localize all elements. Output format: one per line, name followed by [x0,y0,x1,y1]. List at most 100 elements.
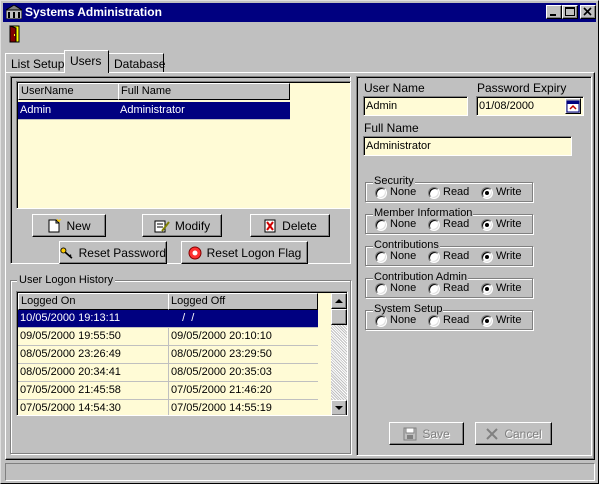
cell-logged-off: 08/05/2000 23:29:50 [171,348,272,360]
close-button[interactable] [580,5,596,19]
table-row[interactable]: Admin Administrator [18,102,290,120]
column-header-fullname[interactable]: Full Name [118,83,290,100]
calendar-button[interactable] [565,98,581,114]
radio-button[interactable] [375,315,387,327]
radio-button[interactable] [428,315,440,327]
column-header-logged-on[interactable]: Logged On [18,293,169,310]
scroll-down-button[interactable] [331,400,347,415]
radio-label: None [390,186,417,198]
modify-button[interactable]: Modify [142,214,222,237]
column-header-logged-off[interactable]: Logged Off [168,293,318,310]
table-row[interactable]: 10/05/2000 19:13:11 / / [18,310,318,328]
fullname-label: Full Name [364,121,419,135]
radio-button[interactable] [375,283,387,295]
radio-button[interactable] [481,251,493,263]
scroll-up-button[interactable] [331,293,347,309]
radio-button[interactable] [375,219,387,231]
radio-button[interactable] [428,251,440,263]
tab-label: Database [114,57,166,71]
cell-logged-on: 07/05/2000 21:45:58 [20,384,121,396]
radio-button[interactable] [428,187,440,199]
reset-password-button[interactable]: Reset Password [59,241,167,264]
cancel-button[interactable]: Cancel [475,422,552,445]
radio-label: Read [443,218,470,230]
permission-group: Contribution Admin None Read Write [365,271,533,298]
scroll-thumb[interactable] [331,309,347,325]
radio-button[interactable] [481,187,493,199]
minimize-button[interactable] [546,5,562,19]
username-label: User Name [364,81,425,95]
status-bar [5,463,595,481]
calendar-icon [566,100,580,113]
new-document-icon [48,218,62,232]
maximize-icon [565,7,575,16]
radio-label: Read [443,314,470,326]
tab-database[interactable]: Database [108,53,166,73]
cell-logged-off: 07/05/2000 14:55:19 [171,402,272,414]
radio-button[interactable] [428,219,440,231]
cell-logged-on: 10/05/2000 19:13:11 [20,312,121,324]
exit-door-icon [9,25,20,43]
cell-logged-off: 09/05/2000 20:10:10 [171,330,272,342]
vertical-scrollbar[interactable] [331,293,347,415]
table-row[interactable]: 07/05/2000 14:54:30 07/05/2000 14:55:19 [18,400,318,415]
radio-label: Write [496,282,522,294]
cell-logged-off: 07/05/2000 21:46:20 [171,384,272,396]
key-icon [60,246,73,259]
radio-button[interactable] [481,283,493,295]
radio-button[interactable] [481,219,493,231]
radio-label: Read [443,186,470,198]
cell-logged-on: 09/05/2000 19:55:50 [20,330,121,342]
cell-logged-off: / / [176,312,195,324]
permission-group: Contributions None Read Write [365,239,533,266]
tab-label: List Setup [11,57,65,71]
arrow-up-icon [335,299,343,303]
logon-history-grid[interactable]: Logged On Logged Off 10/05/2000 19:13:11… [16,291,348,416]
arrow-down-icon [335,406,343,410]
radio-label: Read [443,282,470,294]
username-field[interactable]: Admin [363,96,468,116]
title-bar[interactable]: Systems Administration [3,3,596,22]
modify-document-icon [154,220,170,232]
reset-flag-icon [188,246,202,259]
radio-label: None [390,282,417,294]
radio-button[interactable] [428,283,440,295]
table-row[interactable]: 07/05/2000 21:45:58 07/05/2000 21:46:20 [18,382,318,400]
cell-logged-off: 08/05/2000 20:35:03 [171,366,272,378]
permission-group: Member Information None Read Write [365,207,533,234]
tab-list-setup[interactable]: List Setup [5,53,65,73]
logon-history-title: User Logon History [17,274,116,286]
radio-button[interactable] [481,315,493,327]
radio-button[interactable] [375,187,387,199]
cell-username: Admin [20,104,52,116]
reset-logon-flag-button[interactable]: Reset Logon Flag [181,241,308,264]
app-icon [4,4,24,20]
maximize-button[interactable] [562,5,578,19]
exit-button[interactable] [7,25,23,43]
radio-label: Write [496,186,522,198]
save-disk-icon [403,427,417,440]
delete-button[interactable]: Delete [250,214,330,237]
radio-label: Write [496,250,522,262]
save-button[interactable]: Save [389,422,464,445]
tab-users[interactable]: Users [64,50,109,73]
radio-label: None [390,218,417,230]
password-expiry-field[interactable]: 01/08/2000 [476,96,584,116]
radio-button[interactable] [375,251,387,263]
tab-label: Users [70,54,102,68]
table-row[interactable]: 08/05/2000 20:34:41 08/05/2000 20:35:03 [18,364,318,382]
permission-group: System Setup None Read Write [365,303,533,330]
cancel-x-icon [486,427,499,440]
cell-logged-on: 08/05/2000 20:34:41 [20,366,121,378]
radio-label: None [390,314,417,326]
close-icon [583,7,592,16]
password-expiry-label: Password Expiry [477,81,567,95]
fullname-field[interactable]: Administrator [363,136,572,156]
users-grid[interactable]: UserName Full Name Admin Administrator [16,81,351,209]
table-row[interactable]: 08/05/2000 23:26:49 08/05/2000 23:29:50 [18,346,318,364]
cell-logged-on: 07/05/2000 14:54:30 [20,402,121,414]
column-header-username[interactable]: UserName [18,83,119,100]
minimize-icon [550,14,556,16]
table-row[interactable]: 09/05/2000 19:55:50 09/05/2000 20:10:10 [18,328,318,346]
new-button[interactable]: New [32,214,106,237]
